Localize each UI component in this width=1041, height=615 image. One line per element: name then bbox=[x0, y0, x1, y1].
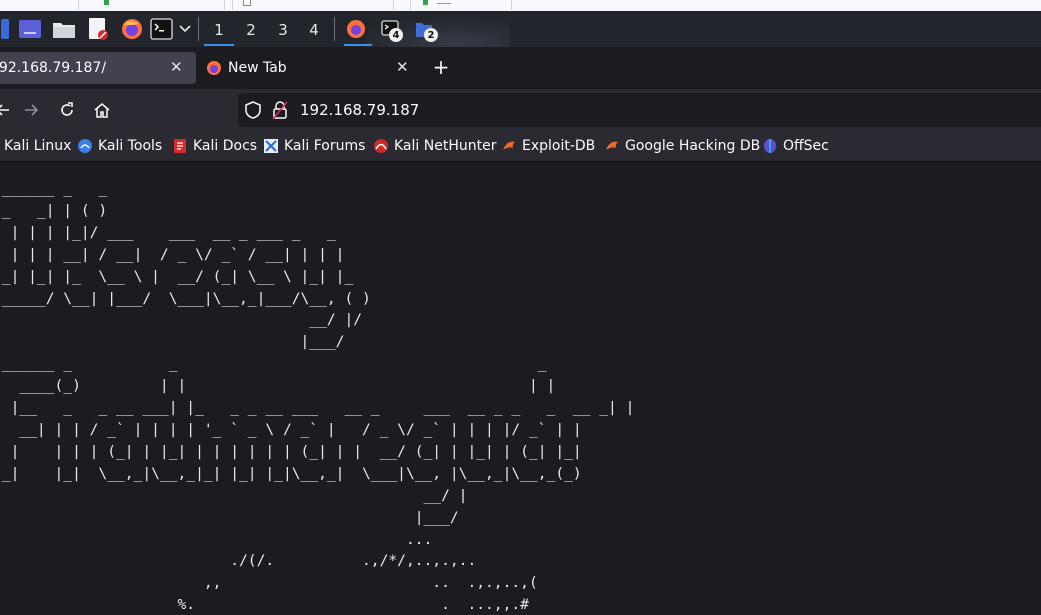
background-tab bbox=[410, 0, 512, 10]
tab-current[interactable]: 192.168.79.187/ ✕ bbox=[0, 52, 196, 84]
bookmark-label: OffSec bbox=[783, 138, 829, 154]
tab-bar: 192.168.79.187/ ✕ New Tab ✕ + bbox=[0, 47, 1041, 89]
show-desktop-icon[interactable] bbox=[18, 17, 42, 41]
navigation-bar: 192.168.79.187 bbox=[0, 89, 1041, 131]
bookmark-label: Google Hacking DB bbox=[625, 138, 761, 154]
exploit-db-icon bbox=[501, 138, 517, 154]
kali-tools-icon bbox=[77, 138, 93, 154]
tab-title: New Tab bbox=[228, 60, 287, 76]
bookmark-label: Kali Forums bbox=[284, 138, 366, 154]
background-tab bbox=[78, 0, 225, 10]
bookmark-exploit-db[interactable]: Exploit-DB bbox=[501, 137, 595, 155]
tab-new-tab[interactable]: New Tab ✕ bbox=[196, 52, 420, 84]
new-tab-button[interactable]: + bbox=[428, 54, 454, 80]
bookmark-label: Kali Tools bbox=[98, 138, 163, 154]
bookmarks-toolbar: Kali Linux Kali Tools Kali Docs Kali For… bbox=[0, 131, 1041, 162]
bookmark-google-hacking-db[interactable]: Google Hacking DB bbox=[604, 137, 760, 155]
kali-forums-icon bbox=[263, 138, 279, 154]
url-input[interactable]: 192.168.79.187 bbox=[300, 101, 419, 119]
bookmark-kali-docs[interactable]: Kali Docs bbox=[172, 137, 257, 155]
bookmark-kali-nethunter[interactable]: Kali NetHunter bbox=[373, 137, 496, 155]
page-content: ______ _ _ |_ _| | ( ) | | | |_|/ ___ __… bbox=[0, 162, 1041, 615]
back-button[interactable] bbox=[0, 98, 14, 122]
firefox-icon bbox=[206, 60, 222, 76]
desktop-panel: 1 2 3 4 4 2 bbox=[0, 11, 1041, 47]
bookmark-label: Kali NetHunter bbox=[394, 138, 497, 154]
offsec-icon bbox=[762, 138, 778, 154]
window-count-badge: 2 bbox=[424, 28, 438, 42]
firefox-window-button[interactable] bbox=[344, 17, 368, 41]
workspace-1-button[interactable]: 1 bbox=[204, 15, 234, 46]
window-count-badge: 4 bbox=[389, 28, 403, 42]
firefox-icon[interactable] bbox=[120, 17, 144, 41]
background-tab bbox=[232, 0, 394, 10]
text-editor-icon[interactable] bbox=[86, 17, 110, 41]
workspace-3-button[interactable]: 3 bbox=[268, 15, 298, 45]
close-icon[interactable]: ✕ bbox=[170, 58, 183, 76]
ghdb-icon bbox=[604, 138, 620, 154]
ascii-art-banner: ______ _ _ |_ _| | ( ) | | | |_|/ ___ __… bbox=[0, 180, 635, 614]
bookmark-label: Kali Linux bbox=[4, 138, 72, 154]
app-menu-icon[interactable] bbox=[0, 17, 18, 41]
file-manager-icon[interactable] bbox=[52, 17, 76, 41]
forward-button[interactable] bbox=[20, 98, 44, 122]
bookmark-kali-tools[interactable]: Kali Tools bbox=[77, 137, 162, 155]
home-button[interactable] bbox=[90, 98, 114, 122]
lock-insecure-icon[interactable] bbox=[272, 100, 288, 124]
bookmark-kali-linux[interactable]: Kali Linux bbox=[4, 137, 71, 155]
workspace-4-button[interactable]: 4 bbox=[299, 15, 329, 45]
kali-docs-icon bbox=[172, 138, 188, 154]
bookmark-offsec[interactable]: OffSec bbox=[762, 137, 829, 155]
chevron-down-icon[interactable] bbox=[173, 17, 197, 41]
bookmark-label: Exploit-DB bbox=[522, 138, 596, 154]
nethunter-icon bbox=[373, 138, 389, 154]
shield-icon[interactable] bbox=[244, 101, 262, 123]
address-bar[interactable]: 192.168.79.187 bbox=[238, 93, 1041, 127]
tab-title: 192.168.79.187/ bbox=[0, 60, 107, 76]
terminal-icon[interactable] bbox=[150, 17, 174, 41]
close-icon[interactable]: ✕ bbox=[396, 58, 409, 76]
bookmark-kali-forums[interactable]: Kali Forums bbox=[263, 137, 365, 155]
workspace-2-button[interactable]: 2 bbox=[236, 15, 266, 45]
bookmark-label: Kali Docs bbox=[193, 138, 258, 154]
reload-button[interactable] bbox=[55, 98, 79, 122]
